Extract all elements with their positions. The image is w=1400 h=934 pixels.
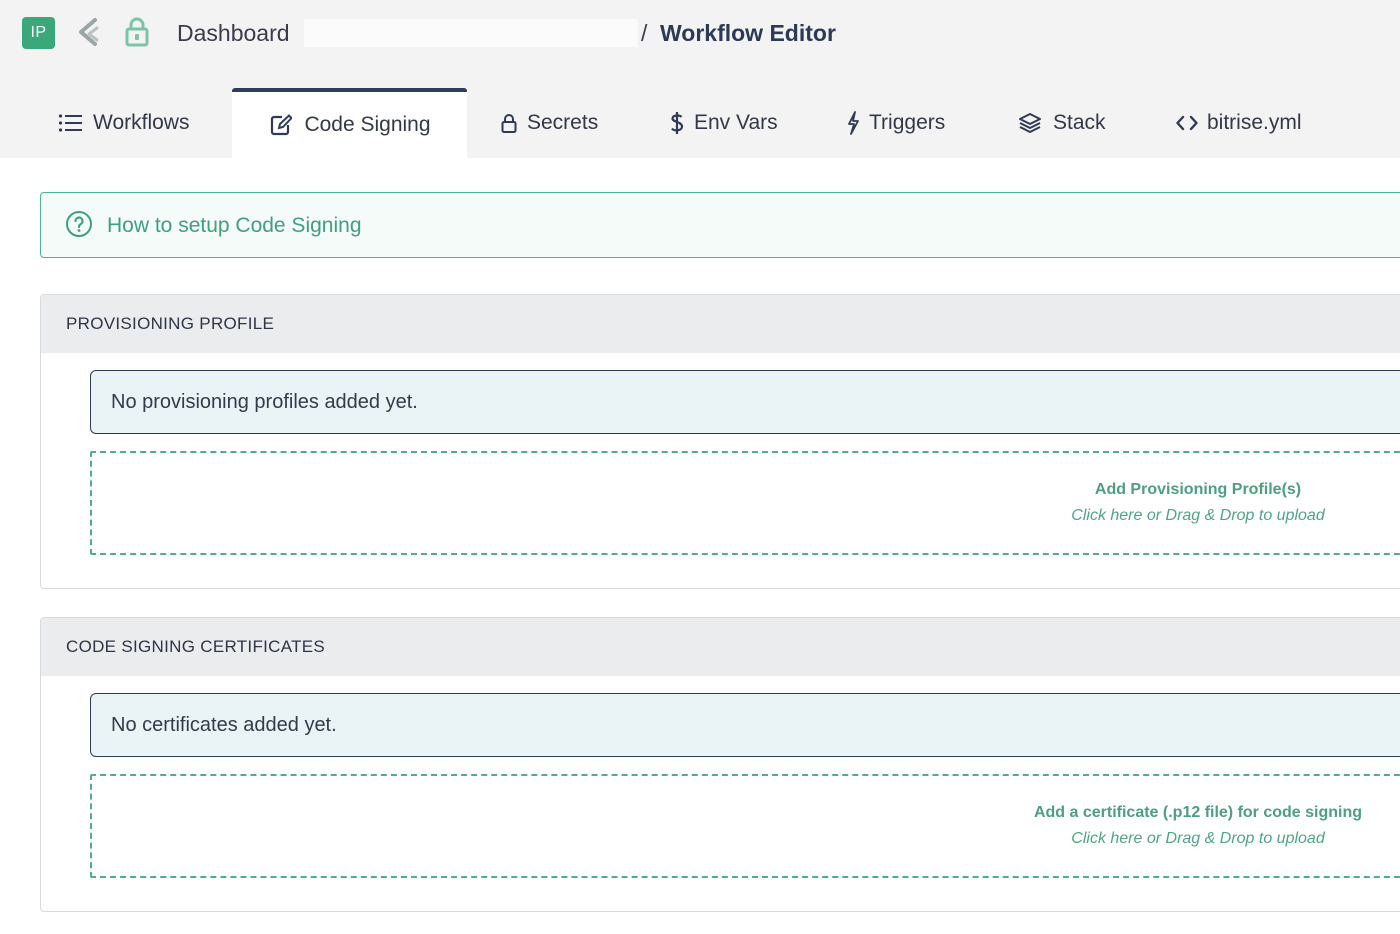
tab-triggers[interactable]: Triggers (845, 88, 945, 158)
tab-secrets[interactable]: Secrets (500, 88, 598, 158)
tab-label: Env Vars (694, 111, 778, 134)
tab-label: Stack (1053, 111, 1106, 134)
tab-label: bitrise.yml (1207, 111, 1302, 134)
section-header: PROVISIONING PROFILE (41, 295, 1400, 353)
question-circle-icon (65, 210, 93, 238)
tab-label: Triggers (869, 111, 946, 134)
top-bar: IP Dashboard / Workflow Editor Workflows… (0, 0, 1400, 158)
code-signing-certificates-section: CODE SIGNING CERTIFICATES No certificate… (40, 617, 1400, 912)
dropzone-hint: Click here or Drag & Drop to upload (1071, 830, 1325, 847)
breadcrumb-separator: / (641, 20, 648, 46)
page-title: Workflow Editor (660, 20, 836, 46)
provisioning-profile-dropzone[interactable]: Add Provisioning Profile(s) Click here o… (90, 451, 1400, 555)
tab-env-vars[interactable]: Env Vars (668, 88, 778, 158)
app-avatar[interactable]: IP (22, 17, 55, 49)
empty-certificates-notice: No certificates added yet. (90, 693, 1400, 757)
dropzone-title: Add Provisioning Profile(s) (1094, 481, 1302, 498)
tab-label: Code Signing (304, 113, 431, 136)
lock-icon[interactable] (122, 16, 152, 48)
dropzone-hint: Click here or Drag & Drop to upload (1071, 507, 1325, 524)
layers-icon (1017, 110, 1043, 136)
bitrise-logo-icon[interactable] (74, 16, 104, 48)
lightning-icon (845, 110, 861, 136)
breadcrumb-dashboard-link[interactable]: Dashboard (177, 18, 290, 48)
tab-label: Secrets (527, 111, 599, 134)
help-link-label: How to setup Code Signing (107, 214, 362, 237)
code-icon (1175, 110, 1199, 136)
tab-code-signing[interactable]: Code Signing (232, 88, 467, 158)
tab-bitrise-yml[interactable]: bitrise.yml (1175, 88, 1302, 158)
tab-label: Workflows (93, 111, 190, 134)
dollar-icon (668, 110, 686, 136)
editor-tabs: Workflows Code Signing Secrets Env Vars … (0, 88, 1400, 158)
edit-icon (268, 112, 294, 138)
certificate-dropzone[interactable]: Add a certificate (.p12 file) for code s… (90, 774, 1400, 878)
dropzone-title: Add a certificate (.p12 file) for code s… (1033, 804, 1363, 821)
empty-provisioning-notice: No provisioning profiles added yet. (90, 370, 1400, 434)
breadcrumb-app-name[interactable] (304, 19, 638, 47)
tab-workflows[interactable]: Workflows (57, 88, 189, 158)
list-icon (57, 110, 83, 136)
provisioning-profile-section: PROVISIONING PROFILE No provisioning pro… (40, 294, 1400, 589)
tab-stack[interactable]: Stack (1017, 88, 1106, 158)
section-header: CODE SIGNING CERTIFICATES (41, 618, 1400, 676)
lock-icon (500, 110, 518, 136)
code-signing-help-link[interactable]: How to setup Code Signing (40, 192, 1400, 258)
